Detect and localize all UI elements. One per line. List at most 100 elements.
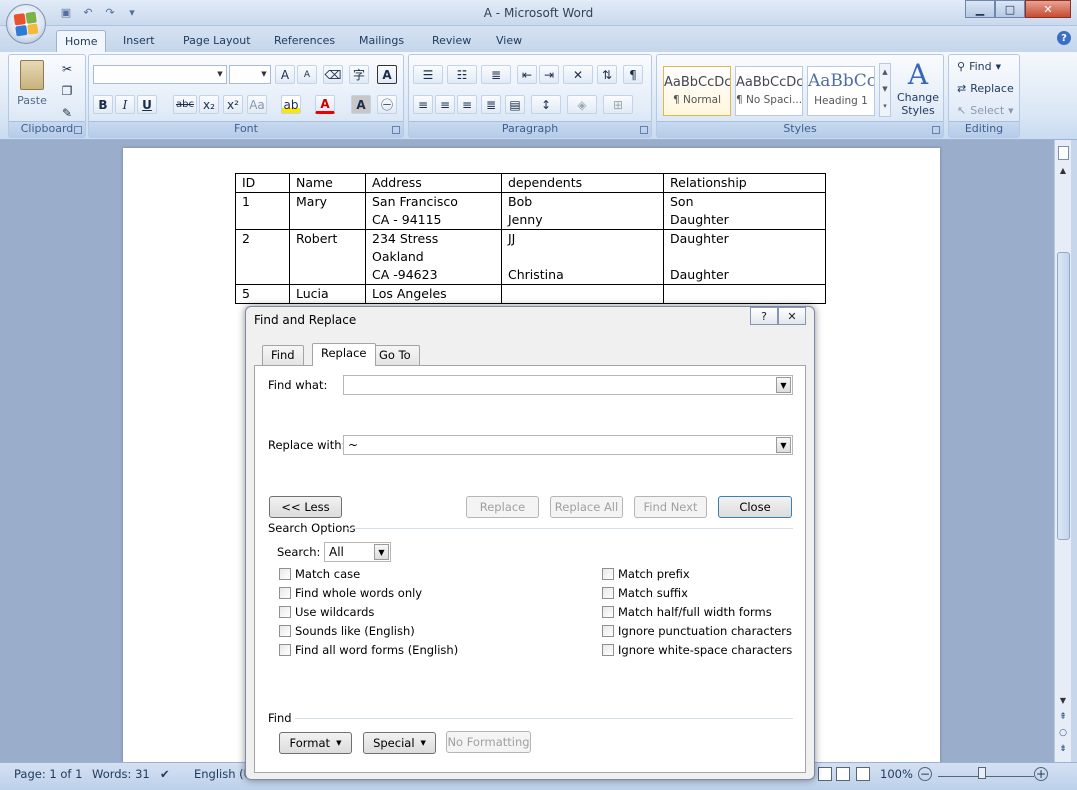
character-shading-icon[interactable]: A	[351, 95, 371, 114]
tab-review[interactable]: Review	[424, 30, 479, 52]
decrease-indent-icon[interactable]: ⇤	[517, 65, 537, 84]
table-cell[interactable]: 1	[235, 192, 290, 230]
office-button[interactable]	[6, 4, 46, 44]
table-cell[interactable]: Son Daughter	[663, 192, 826, 230]
clipboard-launcher[interactable]	[74, 126, 82, 134]
close-window-button[interactable]: ✕	[1025, 0, 1071, 18]
strikethrough-button[interactable]: abc	[173, 95, 197, 114]
no-formatting-button[interactable]: No Formatting	[446, 731, 531, 753]
line-spacing-icon[interactable]: ↕	[531, 95, 561, 114]
justify-icon[interactable]: ≣	[481, 95, 501, 114]
next-page-icon[interactable]: ⇟	[1055, 744, 1071, 758]
bullets-icon[interactable]: ☰	[413, 65, 443, 84]
highlight-icon[interactable]: ab	[281, 95, 301, 114]
table-header-cell[interactable]: Relationship	[663, 173, 826, 193]
find-next-button[interactable]: Find Next	[634, 496, 707, 518]
full-screen-reading-icon[interactable]	[836, 767, 850, 781]
half-full-width-checkbox[interactable]: Match half/full width forms	[602, 605, 772, 619]
zoom-slider[interactable]	[938, 776, 1034, 777]
table-cell[interactable]	[663, 284, 826, 304]
underline-button[interactable]: U	[137, 95, 157, 114]
close-button[interactable]: Close	[718, 496, 792, 518]
distributed-icon[interactable]: ▤	[505, 95, 525, 114]
proofing-icon[interactable]: ✔	[160, 767, 170, 781]
match-suffix-checkbox[interactable]: Match suffix	[602, 586, 688, 600]
match-case-checkbox[interactable]: Match case	[279, 567, 360, 581]
tab-home[interactable]: Home	[56, 30, 107, 52]
web-layout-icon[interactable]	[856, 767, 870, 781]
enclose-characters-icon[interactable]: ㊀	[377, 95, 397, 114]
bold-button[interactable]: B	[93, 95, 113, 114]
checkbox-box[interactable]	[602, 606, 614, 618]
phonetic-guide-icon[interactable]: 字	[349, 65, 369, 84]
asian-layout-icon[interactable]: ✕	[563, 65, 593, 84]
replace-with-dropdown-icon[interactable]: ▼	[776, 437, 791, 453]
change-case-button[interactable]: Aa	[247, 95, 267, 114]
checkbox-box[interactable]	[602, 625, 614, 637]
match-prefix-checkbox[interactable]: Match prefix	[602, 567, 690, 581]
less-button[interactable]: << Less	[269, 496, 342, 518]
checkbox-box[interactable]	[279, 606, 291, 618]
zoom-slider-thumb[interactable]	[978, 767, 986, 779]
sort-icon[interactable]: ⇅	[597, 65, 617, 84]
replace-button[interactable]: ⇄ Replace	[957, 82, 1014, 95]
style-heading-1[interactable]: AaBbCc Heading 1	[807, 66, 875, 116]
replace-with-input[interactable]: ~ ▼	[343, 435, 793, 455]
zoom-in-icon[interactable]: +	[1034, 767, 1048, 781]
style-no-spacing[interactable]: AaBbCcDc ¶ No Spaci...	[735, 66, 803, 116]
copy-icon[interactable]: ❐	[57, 81, 77, 100]
tab-find[interactable]: Find	[262, 345, 304, 365]
style-normal[interactable]: AaBbCcDc ¶ Normal	[663, 66, 731, 116]
table-cell[interactable]: 5	[235, 284, 290, 304]
cut-icon[interactable]: ✂	[57, 59, 77, 78]
search-direction-dropdown-icon[interactable]: ▼	[374, 544, 389, 560]
subscript-button[interactable]: x₂	[199, 95, 219, 114]
replace-button[interactable]: Replace	[466, 496, 539, 518]
tab-insert[interactable]: Insert	[115, 30, 163, 52]
numbering-icon[interactable]: ☷	[447, 65, 477, 84]
tab-go-to[interactable]: Go To	[370, 345, 420, 365]
minimize-button[interactable]: ▁	[965, 0, 995, 18]
tab-replace[interactable]: Replace	[312, 343, 376, 366]
align-center-icon[interactable]: ≡	[435, 95, 455, 114]
search-direction-select[interactable]: All ▼	[324, 542, 391, 562]
checkbox-box[interactable]	[279, 568, 291, 580]
italic-button[interactable]: I	[115, 95, 135, 114]
ruler-toggle-icon[interactable]	[1058, 146, 1069, 160]
table-header-cell[interactable]: Address	[365, 173, 502, 193]
word-count[interactable]: Words: 31	[92, 767, 150, 781]
font-color-icon[interactable]: A	[315, 95, 335, 114]
special-button[interactable]: Special ▼	[363, 732, 436, 754]
select-button[interactable]: ↖ Select ▼	[957, 104, 1014, 117]
table-cell[interactable]: Daughter Daughter	[663, 229, 826, 285]
word-forms-checkbox[interactable]: Find all word forms (English)	[279, 643, 458, 657]
checkbox-box[interactable]	[602, 644, 614, 656]
checkbox-box[interactable]	[279, 587, 291, 599]
styles-scroll[interactable]: ▲ ▼ ▾	[879, 63, 891, 117]
align-left-icon[interactable]: ≡	[413, 95, 433, 114]
replace-all-button[interactable]: Replace All	[550, 496, 623, 518]
dialog-close-button[interactable]: ✕	[778, 307, 806, 325]
table-header-cell[interactable]: dependents	[501, 173, 664, 193]
checkbox-box[interactable]	[279, 625, 291, 637]
superscript-button[interactable]: x²	[223, 95, 243, 114]
sounds-like-checkbox[interactable]: Sounds like (English)	[279, 624, 415, 638]
tab-references[interactable]: References	[266, 30, 343, 52]
align-right-icon[interactable]: ≡	[457, 95, 477, 114]
clear-formatting-icon[interactable]: ⌫	[323, 65, 343, 84]
font-name-combo[interactable]: ▼	[93, 65, 227, 84]
font-size-combo[interactable]: ▼	[229, 65, 271, 84]
shrink-font-button[interactable]: A	[297, 65, 317, 84]
table-cell[interactable]: Robert	[289, 229, 366, 285]
find-button[interactable]: ⚲ Find ▼	[957, 60, 1001, 73]
table-header-cell[interactable]: ID	[235, 173, 290, 193]
paste-button[interactable]: Paste	[17, 60, 47, 114]
show-marks-button[interactable]: ¶	[623, 65, 643, 84]
whole-words-checkbox[interactable]: Find whole words only	[279, 586, 422, 600]
format-button[interactable]: Format ▼	[279, 732, 352, 754]
checkbox-box[interactable]	[602, 568, 614, 580]
scroll-down-icon[interactable]: ▼	[1055, 696, 1071, 710]
character-border-button[interactable]: A	[377, 65, 397, 84]
increase-indent-icon[interactable]: ⇥	[539, 65, 559, 84]
wildcards-checkbox[interactable]: Use wildcards	[279, 605, 374, 619]
